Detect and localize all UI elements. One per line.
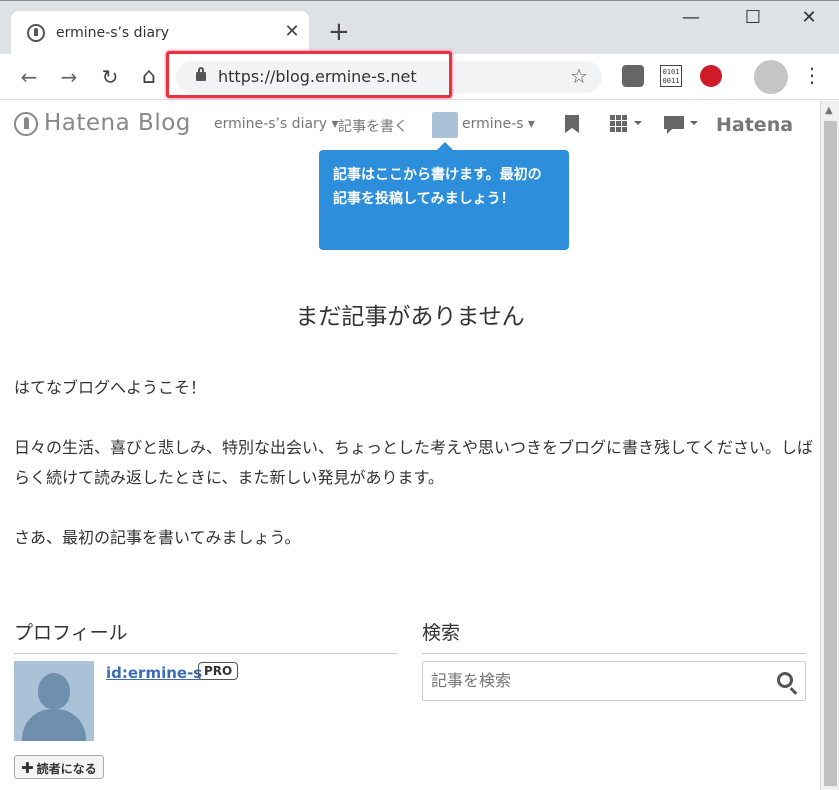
browser-menu-icon[interactable]: ⋮ [802, 63, 822, 87]
forward-button[interactable]: → [56, 64, 82, 90]
intro-text: 日々の生活、喜びと悲しみ、特別な出会い、ちょっとした考えや思いつきをブログに書き… [14, 438, 814, 487]
user-menu-dropdown[interactable]: ermine-s ▾ [462, 116, 535, 132]
hatena-pen-icon [14, 112, 38, 136]
scroll-thumb[interactable] [824, 121, 837, 786]
reload-button[interactable]: ↻ [97, 64, 123, 90]
hatena-blog-logo[interactable]: Hatena Blog [44, 110, 191, 136]
blog-menu-dropdown[interactable]: ermine-s’s diary ▾ [214, 116, 339, 132]
extension-evernote-icon[interactable] [622, 65, 644, 87]
search-box [422, 661, 806, 701]
profile-avatar-image[interactable] [14, 661, 94, 741]
pro-badge: PRO [198, 662, 239, 680]
apps-grid-icon[interactable] [610, 115, 644, 135]
scroll-up-arrow-icon[interactable]: ▲ [825, 105, 833, 116]
avatar-head [38, 673, 70, 709]
profile-id-link[interactable]: id:ermine-s [106, 664, 202, 682]
write-hint-tooltip: 記事はここから書けます。最初の記事を投稿してみましょう！ [319, 142, 569, 250]
hatena-favicon-icon [27, 24, 45, 42]
cta-text: さあ、最初の記事を書いてみましょう。 [14, 528, 301, 547]
search-heading: 検索 [422, 618, 806, 654]
page-scrollbar[interactable]: ▲ [820, 101, 839, 790]
notifications-icon[interactable] [664, 116, 700, 136]
browser-titlebar: ermine-s’s diary ✕ + — ☐ ✕ [0, 0, 839, 55]
extension-binary-icon[interactable]: 0101 0011 [660, 65, 682, 87]
page-title: まだ記事がありません [295, 304, 525, 330]
plus-icon: ✚ [21, 759, 34, 777]
hatena-global-bar: Hatena Blog ermine-s’s diary ▾ 記事を書く erm… [0, 101, 820, 149]
close-window-button[interactable]: ✕ [794, 7, 824, 28]
bookmark-star-icon[interactable]: ☆ [570, 64, 588, 88]
subscribe-label: 読者になる [36, 762, 97, 776]
subscribe-button[interactable]: ✚ 読者になる [14, 755, 104, 779]
url-highlight-annotation [166, 51, 452, 98]
maximize-button[interactable]: ☐ [738, 7, 768, 28]
extension-trendmicro-icon[interactable] [700, 65, 722, 87]
tab-title: ermine-s’s diary [56, 25, 170, 41]
avatar-body [22, 709, 86, 741]
tab-close-icon[interactable]: ✕ [281, 21, 303, 42]
page-content: Hatena Blog ermine-s’s diary ▾ 記事を書く erm… [0, 101, 820, 790]
bookmark-icon[interactable] [565, 115, 579, 133]
welcome-text: はてなブログへようこそ！ [14, 378, 207, 397]
browser-tab[interactable]: ermine-s’s diary ✕ [11, 11, 309, 55]
write-article-link[interactable]: 記事を書く [338, 116, 408, 136]
minimize-button[interactable]: — [676, 7, 706, 28]
back-button[interactable]: ← [16, 64, 42, 90]
profile-heading: プロフィール [14, 618, 397, 654]
user-avatar[interactable] [432, 112, 458, 138]
home-button[interactable]: ⌂ [136, 64, 162, 90]
hatena-brand-link[interactable]: Hatena [716, 114, 793, 136]
profile-avatar[interactable] [754, 60, 788, 94]
new-tab-button[interactable]: + [328, 19, 350, 45]
search-icon[interactable] [777, 672, 793, 688]
search-input[interactable] [431, 671, 761, 690]
